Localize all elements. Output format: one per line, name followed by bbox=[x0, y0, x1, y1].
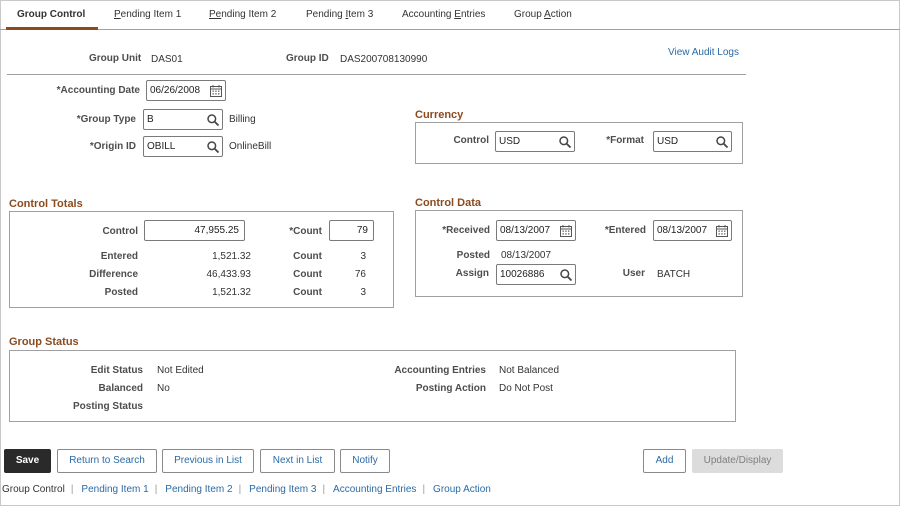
notify-button[interactable]: Notify bbox=[340, 449, 390, 473]
edit-status-label: Edit Status bbox=[90, 365, 143, 376]
tab-bar: Group Control Pending Item 1 Pending Ite… bbox=[0, 0, 900, 30]
accounting-entries-label: Accounting Entries bbox=[394, 365, 486, 376]
balanced-value: No bbox=[157, 383, 170, 394]
control-totals-control-label: Control bbox=[102, 226, 138, 237]
posted-count: 3 bbox=[360, 287, 366, 298]
add-button[interactable]: Add bbox=[643, 449, 686, 473]
update-display-button: Update/Display bbox=[692, 449, 783, 473]
return-to-search-button[interactable]: Return to Search bbox=[57, 449, 157, 473]
bottom-link-pending-item-2[interactable]: Pending Item 2 bbox=[165, 484, 232, 495]
bottom-link-accounting-entries[interactable]: Accounting Entries bbox=[333, 484, 416, 495]
bottom-link-group-control: Group Control bbox=[2, 484, 65, 495]
difference-count: 76 bbox=[354, 269, 366, 280]
entered-label: Entered bbox=[100, 251, 138, 262]
control-count-label: *Count bbox=[289, 226, 322, 237]
entered-amount: 1,521.32 bbox=[212, 251, 251, 262]
control-amount-field[interactable]: 47,955.25 bbox=[144, 220, 245, 241]
tab-group-action[interactable]: Group Action bbox=[514, 9, 572, 20]
user-label: User bbox=[622, 268, 645, 279]
difference-count-label: Count bbox=[293, 269, 322, 280]
control-data-posted-label: Posted bbox=[456, 250, 490, 261]
assign-field[interactable]: 10026886 bbox=[496, 264, 576, 285]
accounting-entries-value: Not Balanced bbox=[499, 365, 560, 376]
active-tab-indicator bbox=[6, 27, 98, 30]
group-type-description: Billing bbox=[229, 114, 256, 125]
posting-action-label: Posting Action bbox=[415, 383, 486, 394]
accounting-date-field[interactable]: 06/26/2008 bbox=[146, 80, 226, 101]
tab-pending-item-2[interactable]: Pending Item 2 bbox=[209, 9, 276, 20]
currency-section-title: Currency bbox=[415, 109, 464, 121]
posted-label: Posted bbox=[104, 287, 138, 298]
entered-date-label: *Entered bbox=[604, 225, 646, 236]
save-button[interactable]: Save bbox=[4, 449, 51, 473]
magnifier-icon[interactable] bbox=[715, 135, 729, 149]
view-audit-logs-link[interactable]: View Audit Logs bbox=[668, 47, 739, 58]
tab-accounting-entries[interactable]: Accounting Entries bbox=[402, 9, 485, 20]
bottom-page-links: Group Control | Pending Item 1 | Pending Ite… bbox=[2, 484, 491, 495]
edit-status-value: Not Edited bbox=[157, 365, 204, 376]
control-data-posted-value: 08/13/2007 bbox=[501, 250, 552, 261]
header-divider bbox=[7, 74, 746, 75]
currency-control-label: Control bbox=[453, 135, 489, 146]
received-label: *Received bbox=[442, 225, 490, 236]
origin-id-label: *Origin ID bbox=[89, 141, 136, 152]
group-unit-value: DAS01 bbox=[151, 54, 183, 65]
previous-in-list-button[interactable]: Previous in List bbox=[162, 449, 254, 473]
bottom-link-group-action[interactable]: Group Action bbox=[433, 484, 491, 495]
posted-count-label: Count bbox=[293, 287, 322, 298]
accounting-date-label: *Accounting Date bbox=[56, 85, 140, 96]
group-unit-label: Group Unit bbox=[89, 53, 142, 64]
control-totals-title: Control Totals bbox=[9, 198, 83, 210]
currency-format-field[interactable]: USD bbox=[653, 131, 732, 152]
tab-pending-item-1[interactable]: Pending Item 1 bbox=[114, 9, 181, 20]
calendar-icon[interactable] bbox=[209, 84, 223, 98]
next-in-list-button[interactable]: Next in List bbox=[260, 449, 335, 473]
group-status-title: Group Status bbox=[9, 336, 79, 348]
difference-label: Difference bbox=[89, 269, 138, 280]
magnifier-icon[interactable] bbox=[206, 113, 220, 127]
entered-count-label: Count bbox=[293, 251, 322, 262]
magnifier-icon[interactable] bbox=[558, 135, 572, 149]
tab-group-control[interactable]: Group Control bbox=[17, 9, 85, 20]
group-id-label: Group ID bbox=[286, 53, 329, 64]
user-value: BATCH bbox=[657, 269, 691, 280]
entered-date-field[interactable]: 08/13/2007 bbox=[653, 220, 732, 241]
magnifier-icon[interactable] bbox=[559, 268, 573, 282]
group-type-label: *Group Type bbox=[76, 114, 136, 125]
assign-label: Assign bbox=[455, 268, 489, 279]
received-date-field[interactable]: 08/13/2007 bbox=[496, 220, 576, 241]
group-type-field[interactable]: B bbox=[143, 109, 223, 130]
posting-action-value: Do Not Post bbox=[499, 383, 553, 394]
posted-amount: 1,521.32 bbox=[212, 287, 251, 298]
posting-status-label: Posting Status bbox=[72, 401, 143, 412]
tab-pending-item-3[interactable]: Pending Item 3 bbox=[306, 9, 373, 20]
magnifier-icon[interactable] bbox=[206, 140, 220, 154]
control-count-field[interactable]: 79 bbox=[329, 220, 374, 241]
balanced-label: Balanced bbox=[98, 383, 143, 394]
difference-amount: 46,433.93 bbox=[206, 269, 252, 280]
entered-count: 3 bbox=[360, 251, 366, 262]
calendar-icon[interactable] bbox=[559, 224, 573, 238]
bottom-link-pending-item-3[interactable]: Pending Item 3 bbox=[249, 484, 316, 495]
currency-control-field[interactable]: USD bbox=[495, 131, 575, 152]
control-data-title: Control Data bbox=[415, 197, 481, 209]
bottom-link-pending-item-1[interactable]: Pending Item 1 bbox=[81, 484, 148, 495]
origin-id-field[interactable]: OBILL bbox=[143, 136, 223, 157]
calendar-icon[interactable] bbox=[715, 224, 729, 238]
origin-id-description: OnlineBill bbox=[229, 141, 272, 152]
group-id-value: DAS200708130990 bbox=[340, 54, 428, 65]
currency-format-label: *Format bbox=[606, 135, 644, 146]
